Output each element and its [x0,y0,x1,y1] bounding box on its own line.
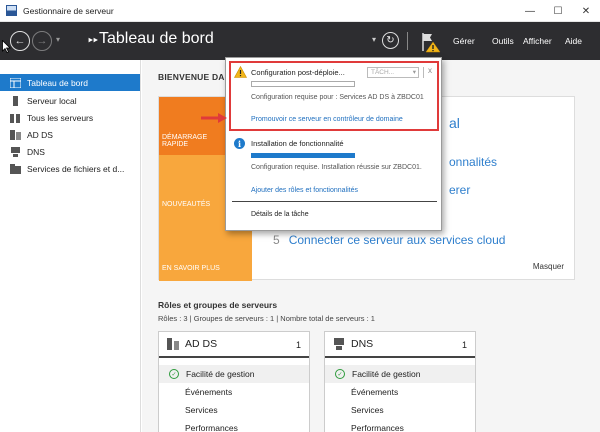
ok-check-icon: ✓ [169,369,179,379]
server-icon [13,95,18,106]
task-details-link[interactable]: Détails de la tâche [251,211,309,218]
role-name: DNS [351,338,374,350]
maximize-button[interactable]: ☐ [544,0,572,22]
forward-button[interactable]: → [32,31,52,51]
close-button[interactable]: ✕ [572,0,600,22]
warning-icon [234,66,247,78]
page-title: Tableau de bord [99,30,214,47]
sidebar-item-label: Tous les serveurs [27,112,94,123]
menu-manage[interactable]: Gérer [453,36,475,46]
roles-summary: Rôles : 3 | Groupes de serveurs : 1 | No… [158,314,375,323]
server-manager-app-icon [6,5,17,16]
role-card-ad-ds[interactable]: AD DS 1 ✓ Facilité de gestion Événements… [158,331,310,432]
connect-cloud-services-link[interactable]: 5 Connecter ce serveur aux services cloud [273,233,505,247]
notification-description: Configuration requise. Installation réus… [251,164,422,171]
toolbar-divider [407,32,408,50]
menu-view[interactable]: Afficher [523,36,552,46]
history-dropdown-icon[interactable]: ▾ [56,35,60,44]
notification-progress-bar [251,153,355,158]
role-row-events[interactable]: Événements [159,383,309,401]
quick-start-link-2[interactable]: onnalités [449,155,497,169]
menu-help[interactable]: Aide [565,36,582,46]
sidebar-item-dashboard[interactable]: Tableau de bord [0,74,140,91]
annotation-arrow-icon [201,113,227,123]
back-button[interactable]: ← [10,31,30,51]
quick-start-link-3[interactable]: erer [449,183,470,197]
sidebar: Tableau de bord Serveur local Tous les s… [0,60,141,432]
notification-close-button[interactable]: x [428,66,432,75]
toolbar: ← → ▾ ‣‣ Tableau de bord ▾ ↻ Gérer Outil… [0,22,600,60]
role-row-performance[interactable]: Performances [325,419,475,432]
window-controls: — ☐ ✕ [516,0,600,22]
mouse-cursor-icon [2,40,11,53]
role-card-dns[interactable]: DNS 1 ✓ Facilité de gestion Événements S… [324,331,476,432]
dns-icon [11,146,20,157]
sidebar-item-label: Tableau de bord [27,77,88,88]
sidebar-item-label: AD DS [27,129,53,140]
role-count: 1 [461,340,467,350]
role-row-manageability[interactable]: ✓ Facilité de gestion [325,365,475,383]
quick-start-link-1[interactable]: al [449,115,460,131]
ad-ds-icon [10,129,21,140]
sidebar-item-all-servers[interactable]: Tous les serveurs [0,109,140,126]
sidebar-item-ad-ds[interactable]: AD DS [0,126,140,143]
notification-title: Installation de fonctionnalité [251,139,344,148]
role-row-services[interactable]: Services [325,401,475,419]
sidebar-item-label: Serveur local [27,95,77,106]
notification-divider [423,67,424,78]
add-roles-features-link[interactable]: Ajouter des rôles et fonctionnalités [251,187,358,194]
role-card-header: AD DS 1 [159,332,309,358]
notification-progress-bar [251,81,355,87]
title-bar: Gestionnaire de serveur — ☐ ✕ [0,0,600,22]
ok-check-icon: ✓ [335,369,345,379]
role-row-services[interactable]: Services [159,401,309,419]
notification-description: Configuration requise pour : Services AD… [251,94,424,101]
sidebar-item-file-services[interactable]: Services de fichiers et d... [0,160,140,177]
sidebar-item-local-server[interactable]: Serveur local [0,92,140,109]
servers-icon [10,113,20,123]
breadcrumb-arrows-icon: ‣‣ [87,35,99,47]
info-icon: i [234,138,245,149]
notification-title: Configuration post-déploie... [251,68,345,77]
roles-heading: Rôles et groupes de serveurs [158,300,278,310]
refresh-icon[interactable]: ↻ [382,32,399,49]
task-dropdown[interactable]: TÂCH... [367,67,419,78]
minimize-button[interactable]: — [516,0,544,22]
ad-ds-icon [167,338,179,350]
refresh-dropdown-icon[interactable]: ▾ [372,35,376,44]
role-card-header: DNS 1 [325,332,475,358]
sidebar-item-dns[interactable]: DNS [0,143,140,160]
dns-icon [334,338,344,350]
menu-tools[interactable]: Outils [492,36,514,46]
file-services-icon [10,163,21,174]
role-name: AD DS [185,338,218,350]
window-title: Gestionnaire de serveur [23,5,114,16]
sidebar-item-label: DNS [27,146,45,157]
dashboard-icon [10,77,21,88]
hide-quick-start-button[interactable]: Masquer [533,262,564,271]
role-count: 1 [295,340,301,350]
notifications-flag-icon[interactable] [420,31,442,53]
notifications-popup: Configuration post-déploie... TÂCH... x … [225,57,442,231]
role-row-events[interactable]: Événements [325,383,475,401]
sidebar-item-label: Services de fichiers et d... [27,163,125,174]
popup-divider [232,201,437,202]
promote-domain-controller-link[interactable]: Promouvoir ce serveur en contrôleur de d… [251,116,403,123]
role-row-performance[interactable]: Performances [159,419,309,432]
welcome-heading: BIENVENUE DA [158,72,225,82]
role-row-manageability[interactable]: ✓ Facilité de gestion [159,365,309,383]
